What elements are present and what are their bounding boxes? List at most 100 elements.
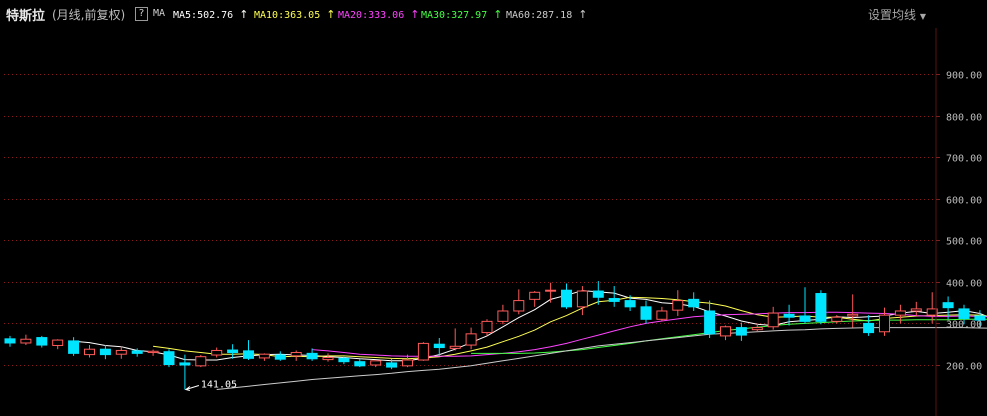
candle (640, 300, 652, 324)
candle-body (799, 315, 811, 322)
candle-body (258, 353, 270, 359)
candle (879, 307, 890, 336)
candle-body (354, 361, 366, 367)
candle-body (99, 348, 111, 356)
candle (99, 345, 111, 360)
y-tick-label: 800.00 (946, 113, 982, 124)
candle-body (68, 340, 80, 354)
candle-body (115, 349, 127, 355)
candle (688, 292, 700, 311)
candle-body (767, 312, 779, 328)
candle-body (227, 349, 239, 354)
candle (529, 291, 541, 307)
y-tick-label: 900.00 (946, 71, 982, 82)
candle-body (815, 293, 827, 322)
candle (20, 334, 32, 346)
candle (258, 353, 270, 361)
candle (243, 340, 254, 361)
candle (561, 283, 572, 309)
candle (608, 286, 620, 307)
candle (672, 290, 684, 316)
candle (720, 325, 731, 341)
candle-body (704, 310, 716, 335)
candle (195, 355, 207, 368)
y-tick-label: 500.00 (946, 237, 982, 248)
candle (497, 304, 509, 325)
y-tick-label: 200.00 (946, 362, 982, 373)
candle-body (370, 360, 382, 366)
candle-body (36, 337, 48, 346)
candle (465, 327, 477, 350)
moving-averages (73, 290, 987, 390)
candle-body (306, 352, 318, 360)
candle-body (338, 357, 350, 363)
candle-body (640, 306, 652, 320)
candle-body (465, 333, 477, 346)
candle (211, 347, 223, 358)
candle-body (290, 352, 302, 357)
candle (36, 335, 48, 348)
candle-body (894, 310, 906, 316)
candle-body (561, 289, 572, 308)
candle-body (910, 308, 922, 312)
candle-body (20, 338, 32, 344)
candle-body (402, 359, 413, 367)
candle-body (942, 302, 954, 309)
candle-body (863, 322, 875, 334)
candle-body (179, 362, 191, 366)
candle (449, 328, 461, 351)
candle (417, 342, 429, 361)
candle-body (243, 350, 254, 359)
candle (863, 315, 875, 336)
candle (704, 300, 716, 338)
y-axis: 200.00 300.00 400.00 500.00 600.00 700.00 800.… (935, 28, 982, 416)
candle-body (958, 308, 970, 319)
candle-body (847, 313, 859, 317)
candle-body (545, 289, 557, 292)
candlestick-chart: 200.00 300.00 400.00 500.00 600.00 700.00 800.… (4, 28, 987, 416)
candle (290, 350, 302, 361)
candle (147, 349, 159, 356)
y-tick-label: 400.00 (946, 279, 982, 290)
candle-body (274, 354, 286, 360)
candle-body (211, 349, 223, 356)
candle-body (720, 326, 731, 337)
candle-body (576, 290, 588, 308)
candle (115, 346, 127, 359)
candle (52, 339, 64, 350)
candle (370, 360, 382, 368)
candle (735, 322, 747, 341)
candle (4, 335, 16, 347)
candle-body (417, 342, 429, 361)
candle-body (672, 300, 684, 311)
candle-body (449, 345, 461, 349)
y-tick-label: 700.00 (946, 154, 982, 165)
y-tick-label: 300.00 (946, 320, 982, 331)
candle-body (624, 300, 636, 308)
candle-body (433, 343, 445, 349)
candle (767, 306, 779, 330)
candle-body (163, 351, 175, 366)
candle-body (497, 310, 509, 322)
candle-body (529, 291, 541, 300)
candle (847, 294, 859, 328)
candle-body (656, 310, 668, 320)
candle-body (481, 320, 493, 334)
candle (322, 353, 334, 362)
candle-body (386, 362, 398, 368)
candles (4, 281, 986, 390)
candle (513, 289, 525, 315)
candle (354, 359, 366, 368)
candle-body (879, 314, 890, 333)
candle (910, 301, 922, 316)
low-price-label: 141.05 (201, 380, 237, 391)
candle (163, 349, 175, 368)
candle (227, 344, 239, 359)
y-tick-label: 600.00 (946, 196, 982, 207)
candle (545, 282, 557, 303)
grid (4, 74, 936, 366)
candle-body (608, 298, 620, 302)
ma5-line (73, 290, 987, 362)
candle-body (751, 327, 763, 331)
candle-body (592, 290, 604, 298)
